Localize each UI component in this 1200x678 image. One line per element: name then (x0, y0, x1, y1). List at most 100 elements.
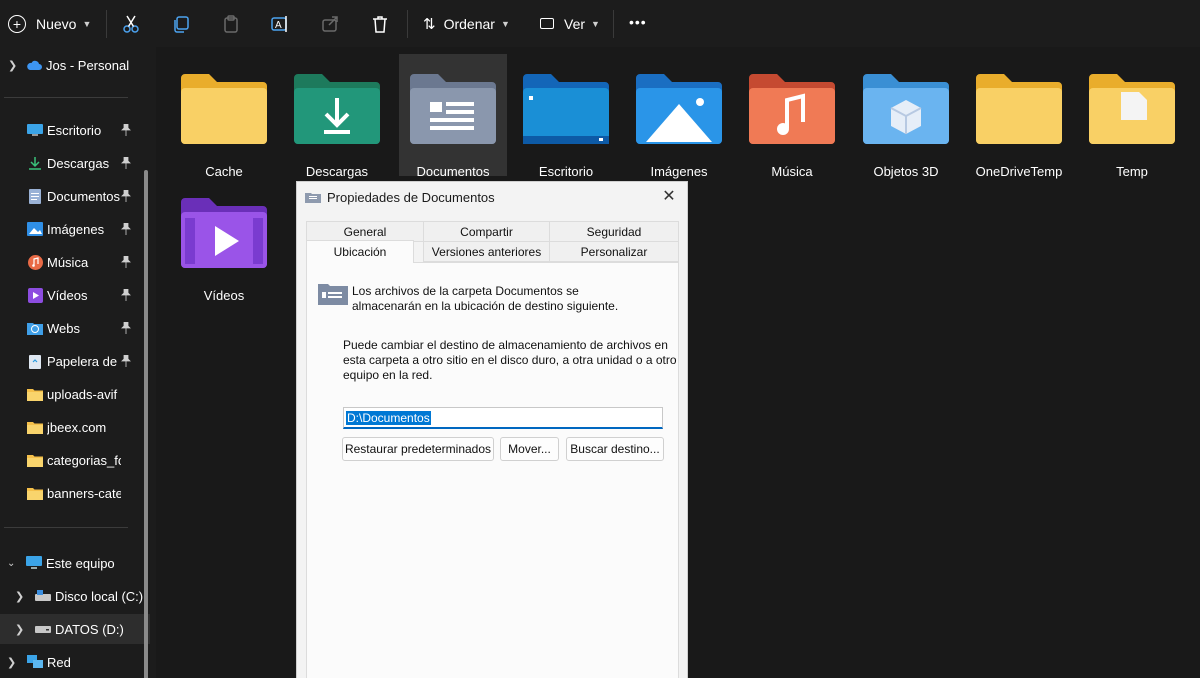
folder-name: OneDriveTemp (975, 164, 1063, 179)
description-line: equipo en la red. (343, 368, 433, 382)
music-icon (27, 254, 43, 270)
sidebar-item-label: Papelera de r (47, 353, 121, 369)
tab-customize[interactable]: Personalizar (549, 241, 679, 262)
sidebar-item-quick-access[interactable]: Música (0, 247, 150, 277)
sidebar-item-quick-access[interactable]: Vídeos (0, 280, 150, 310)
sidebar-item-this-pc[interactable]: ⌄ Este equipo (0, 548, 150, 578)
close-icon[interactable]: ✕ (659, 187, 679, 207)
sidebar-item-quick-access[interactable]: Webs (0, 313, 150, 343)
share-icon[interactable] (318, 12, 342, 36)
sidebar-item-quick-access[interactable]: Descargas (0, 148, 150, 178)
folder-name: Vídeos (203, 288, 245, 303)
description-text: Puede cambiar el destino de almacenamien… (343, 338, 677, 383)
sidebar-item-quick-access[interactable]: Documentos (0, 181, 150, 211)
dialog-title: Propiedades de Documentos (327, 189, 495, 205)
sidebar-item-label: jbeex.com (47, 419, 107, 435)
sort-button[interactable]: ⇅ Ordenar ▼ (423, 0, 510, 47)
view-label: Ver (564, 15, 586, 32)
pictures-folder-icon (634, 74, 724, 146)
rename-icon[interactable]: A (268, 12, 292, 36)
sidebar-divider (4, 527, 128, 528)
pin-icon[interactable] (121, 222, 133, 235)
chevron-down-icon: ▼ (82, 18, 92, 29)
folder-item[interactable]: Cache (170, 54, 278, 179)
pin-icon[interactable] (121, 255, 133, 268)
sort-label: Ordenar (443, 15, 495, 32)
folder-item[interactable]: Imágenes (625, 54, 733, 179)
folder-icon (27, 452, 43, 468)
sidebar-item-label: Descargas (47, 155, 110, 171)
find-target-button[interactable]: Buscar destino... (566, 437, 664, 461)
tab-security[interactable]: Seguridad (549, 221, 679, 242)
move-button[interactable]: Mover... (500, 437, 559, 461)
download-icon (27, 155, 43, 171)
path-input[interactable]: D:\Documentos (343, 407, 663, 429)
sort-icon: ⇅ (423, 15, 436, 33)
sidebar-item-label: categorias_fonde (47, 452, 121, 468)
folder-item[interactable]: Descargas (283, 54, 391, 179)
sidebar-item-label: Vídeos (47, 287, 88, 303)
folder-item[interactable]: Objetos 3D (852, 54, 960, 179)
sidebar-scrollbar[interactable] (144, 170, 148, 678)
plus-circle-icon: + (8, 14, 26, 33)
folder-icon (1087, 74, 1177, 146)
sidebar-item-quick-access[interactable]: Papelera de r (0, 346, 150, 376)
folder-item[interactable]: Temp (1078, 54, 1186, 179)
sidebar-item-label: Jos - Personal (46, 57, 130, 73)
tab-share[interactable]: Compartir (423, 221, 550, 242)
tab-general[interactable]: General (306, 221, 424, 242)
chevron-down-icon: ▼ (591, 18, 600, 29)
hard-drive-icon (35, 588, 51, 604)
folder-item[interactable]: Música (738, 54, 846, 179)
command-bar: + Nuevo ▼ A ⇅ Ordenar ▼ Ver ▼ ••• (0, 0, 1200, 47)
view-icon (540, 18, 554, 29)
sidebar-item-quick-access[interactable]: uploads-avif (0, 379, 150, 409)
pin-icon[interactable] (121, 321, 133, 334)
folder-item[interactable]: OneDriveTemp (965, 54, 1073, 179)
computer-icon (26, 555, 42, 571)
folder-item[interactable]: Escritorio (512, 54, 620, 179)
recycle-bin-icon (27, 353, 43, 369)
pin-icon[interactable] (121, 288, 133, 301)
document-icon (27, 188, 43, 204)
pin-icon[interactable] (121, 354, 133, 367)
sidebar-item-quick-access[interactable]: categorias_fonde (0, 445, 150, 475)
sidebar-item-drive-c[interactable]: ❯ Disco local (C:) (0, 581, 150, 611)
sidebar-item-onedrive[interactable]: ❯ Jos - Personal (0, 50, 150, 80)
chevron-down-icon: ⌄ (7, 557, 16, 569)
sidebar-item-quick-access[interactable]: Imágenes (0, 214, 150, 244)
description-line: esta carpeta a otro sitio en el disco du… (343, 353, 677, 367)
folder-name: Música (771, 164, 813, 179)
folder-icon (27, 386, 43, 402)
video-icon (27, 287, 43, 303)
sidebar-item-drive-d[interactable]: ❯ DATOS (D:) (0, 614, 150, 644)
sidebar-item-network[interactable]: ❯ Red (0, 647, 150, 677)
view-button[interactable]: Ver ▼ (540, 0, 600, 47)
cut-icon[interactable] (119, 12, 143, 36)
sidebar-item-quick-access[interactable]: Escritorio (0, 115, 150, 145)
copy-icon[interactable] (169, 12, 193, 36)
folder-item[interactable]: Vídeos (170, 178, 278, 303)
delete-icon[interactable] (368, 12, 392, 36)
tab-location[interactable]: Ubicación (306, 240, 414, 263)
folder-icon (179, 74, 269, 146)
pin-icon[interactable] (121, 123, 133, 136)
intro-text: Los archivos de la carpeta Documentos se… (352, 284, 618, 314)
sidebar-item-quick-access[interactable]: banners-categor (0, 478, 150, 508)
sidebar-item-label: uploads-avif (47, 386, 118, 402)
tab-previous-versions[interactable]: Versiones anteriores (423, 241, 550, 262)
paste-icon[interactable] (219, 12, 243, 36)
new-button[interactable]: + Nuevo ▼ (8, 0, 91, 47)
folder-item[interactable]: Documentos (399, 54, 507, 179)
more-options-button[interactable]: ••• (629, 14, 647, 30)
sidebar-item-label: Documentos (47, 188, 120, 204)
intro-line: Los archivos de la carpeta Documentos se (352, 284, 579, 298)
pin-icon[interactable] (121, 189, 133, 202)
restore-defaults-button[interactable]: Restaurar predeterminados (342, 437, 494, 461)
chevron-right-icon: ❯ (8, 59, 18, 72)
properties-dialog: Propiedades de Documentos ✕ General Comp… (296, 181, 688, 678)
navigation-pane: ❯ Jos - Personal Escritorio Descargas Docu… (0, 47, 156, 678)
sidebar-item-label: Webs (47, 320, 80, 336)
pin-icon[interactable] (121, 156, 133, 169)
sidebar-item-quick-access[interactable]: jbeex.com (0, 412, 150, 442)
